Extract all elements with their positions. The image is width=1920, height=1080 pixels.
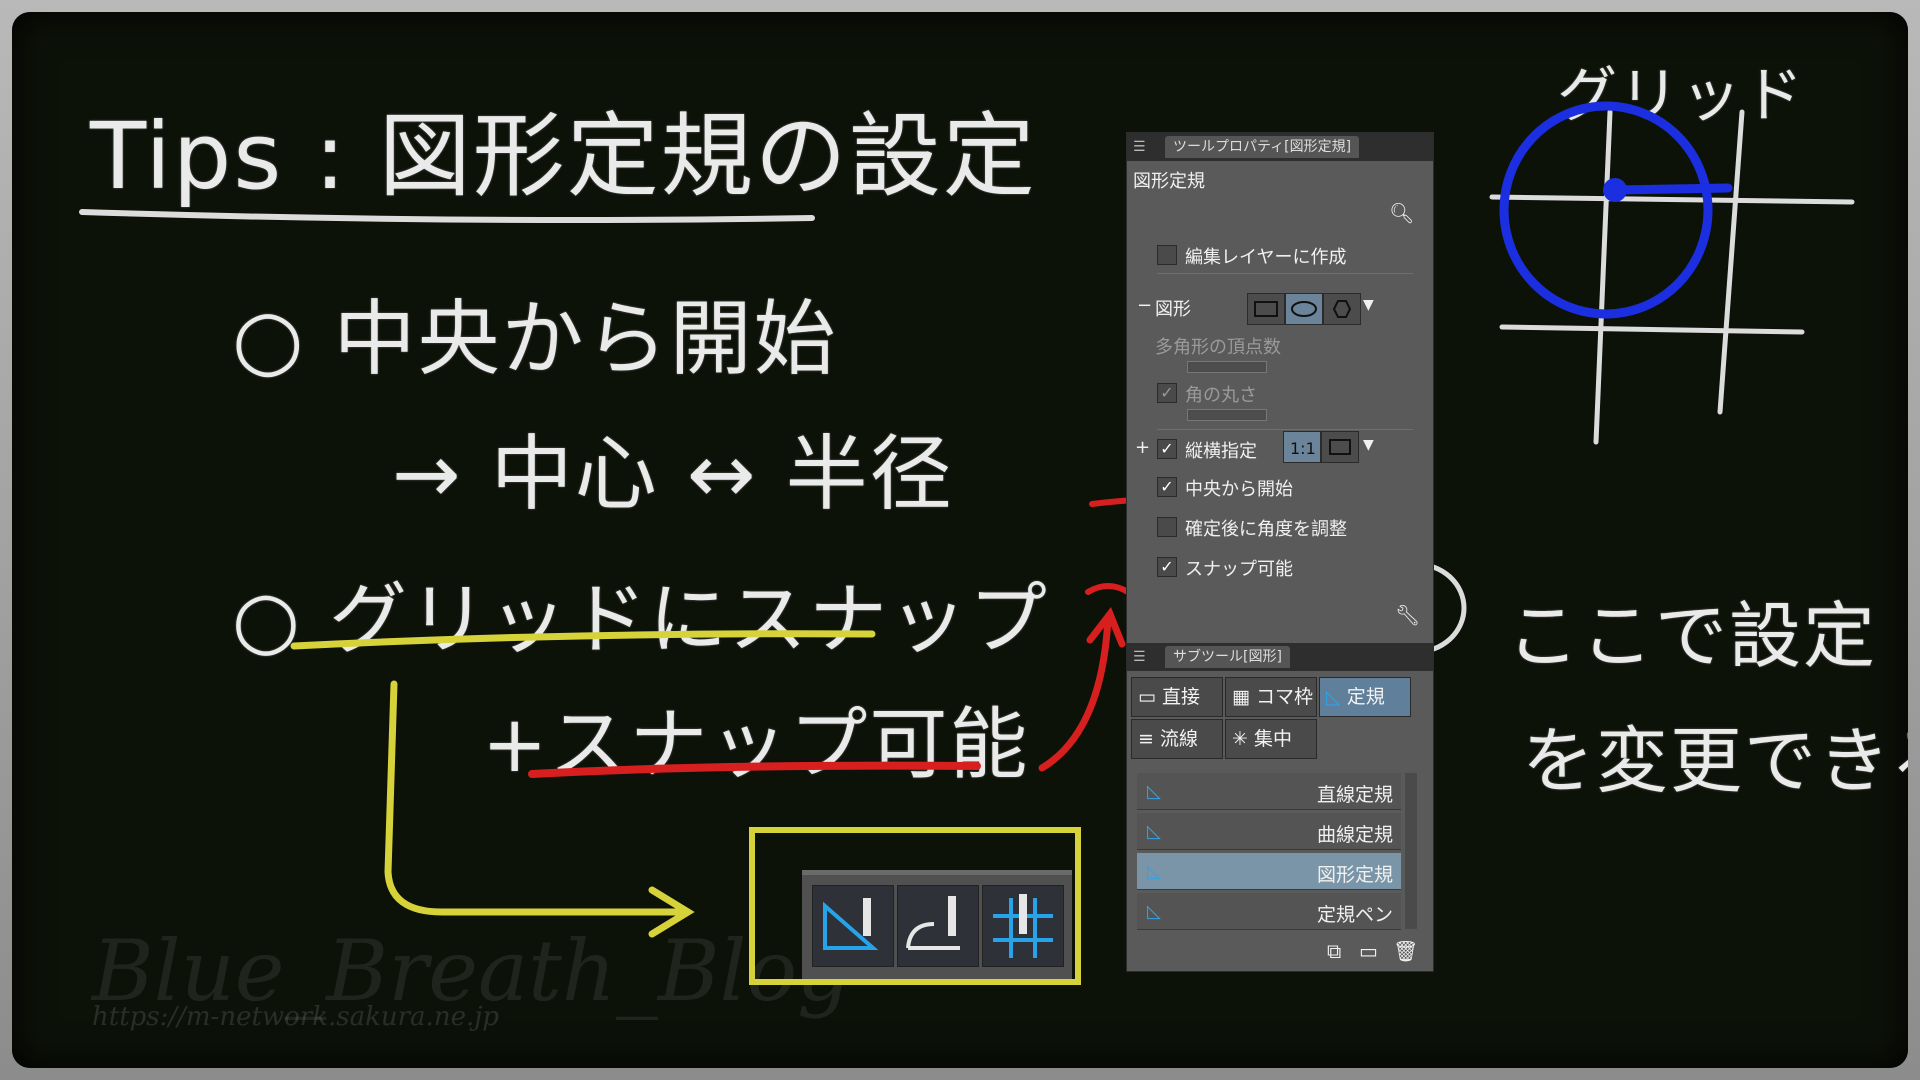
snap-label: スナップ可能 bbox=[1185, 559, 1293, 580]
aspect-checkbox[interactable]: ✓ bbox=[1157, 439, 1177, 459]
search-icon[interactable]: 🔍︎ bbox=[1389, 201, 1414, 225]
yellow-arrow bbox=[384, 680, 686, 916]
subtool-streamline-button[interactable]: ≡ 流線 bbox=[1131, 719, 1223, 759]
expand-icon[interactable]: + bbox=[1135, 437, 1150, 458]
copy-icon[interactable]: ⧉ bbox=[1327, 939, 1341, 963]
ruler-icon: ◺ bbox=[1147, 781, 1161, 802]
svg-text:1:1: 1:1 bbox=[1290, 439, 1316, 458]
ruler-icon: ◺ bbox=[1147, 901, 1161, 922]
chevron-down-icon[interactable]: ▼ bbox=[1363, 437, 1374, 453]
subtool-label: 流線 bbox=[1160, 728, 1199, 750]
aspect-ratio-button[interactable]: 1:1 bbox=[1283, 431, 1321, 463]
ruler-icon: ◺ bbox=[1147, 861, 1161, 882]
blue-radius bbox=[1610, 183, 1733, 195]
chalkboard: Tips : 図形定規の設定 ○ 中央から開始 → 中心 ↔ 半径 ○ グリッド… bbox=[12, 12, 1908, 1068]
subtool-ruler-button[interactable]: ◺ 定規 bbox=[1319, 677, 1411, 717]
tool-name: 図形定規 bbox=[1133, 171, 1205, 192]
list-item-label: 曲線定規 bbox=[1316, 824, 1393, 846]
aspect-size-button[interactable] bbox=[1321, 431, 1359, 463]
subtool-label: 集中 bbox=[1254, 728, 1293, 750]
subtool-label: 定規 bbox=[1346, 686, 1385, 708]
start-center-checkbox[interactable]: ✓ bbox=[1157, 477, 1177, 497]
edit-layer-label: 編集レイヤーに作成 bbox=[1185, 247, 1347, 268]
list-item[interactable]: ◺ 定規ペン bbox=[1137, 893, 1401, 930]
adjust-angle-checkbox[interactable] bbox=[1157, 517, 1177, 537]
aspect-label: 縦横指定 bbox=[1185, 441, 1257, 462]
corner-round-label: 角の丸さ bbox=[1185, 385, 1257, 406]
tab-subtool[interactable]: サブツール[図形] bbox=[1165, 646, 1290, 668]
subtool-label: 直接 bbox=[1162, 686, 1201, 708]
edit-layer-checkbox[interactable] bbox=[1157, 245, 1177, 265]
panel-menu-icon[interactable]: ☰ bbox=[1133, 649, 1149, 665]
subtool-frame-button[interactable]: ▦ コマ枠 bbox=[1225, 677, 1317, 717]
ruler-icon: ◺ bbox=[1326, 686, 1341, 708]
list-item[interactable]: ◺ 曲線定規 bbox=[1137, 813, 1401, 850]
start-center-label: 中央から開始 bbox=[1185, 479, 1293, 500]
snap-to-grid-icon[interactable] bbox=[982, 885, 1064, 967]
list-item-label: 直線定規 bbox=[1316, 784, 1393, 806]
frame: Tips : 図形定規の設定 ○ 中央から開始 → 中心 ↔ 半径 ○ グリッド… bbox=[0, 0, 1920, 1080]
corner-round-checkbox[interactable]: ✓ bbox=[1157, 383, 1177, 403]
title-underline bbox=[79, 209, 815, 223]
yellow-underline bbox=[290, 630, 876, 650]
subtool-header: ☰ サブツール[図形] bbox=[1127, 643, 1433, 671]
wrench-icon[interactable]: 🔧︎ bbox=[1395, 603, 1420, 627]
snap-icons-bar bbox=[802, 870, 1072, 979]
polygon-vertices-label: 多角形の頂点数 bbox=[1155, 337, 1281, 358]
list-item-selected[interactable]: ◺ 図形定規 bbox=[1137, 853, 1401, 890]
red-underline bbox=[528, 761, 981, 778]
adjust-angle-label: 確定後に角度を調整 bbox=[1185, 519, 1347, 540]
tool-property-panel: ☰ ツールプロパティ[図形定規] 図形定規 🔍︎ 編集レイヤーに作成 − 図形 … bbox=[1126, 132, 1434, 972]
rectangle-shape-button[interactable] bbox=[1247, 293, 1285, 325]
list-item-label: 定規ペン bbox=[1316, 904, 1393, 926]
corner-round-slider[interactable] bbox=[1187, 409, 1267, 421]
grid-illustration bbox=[1489, 109, 1855, 445]
list-scrollbar[interactable] bbox=[1405, 773, 1417, 929]
new-icon[interactable]: ▭ bbox=[1359, 939, 1378, 963]
list-item-label: 図形定規 bbox=[1316, 864, 1393, 886]
ruler-icon: ◺ bbox=[1147, 821, 1161, 842]
ellipse-shape-button[interactable] bbox=[1285, 293, 1323, 325]
snap-checkbox[interactable]: ✓ bbox=[1157, 557, 1177, 577]
snap-to-special-ruler-icon[interactable] bbox=[897, 885, 979, 967]
polygon-vertices-slider[interactable] bbox=[1187, 361, 1267, 373]
subtool-label: コマ枠 bbox=[1256, 686, 1314, 708]
tool-property-header: ☰ ツールプロパティ[図形定規] bbox=[1127, 133, 1433, 161]
panel-menu-icon[interactable]: ☰ bbox=[1133, 139, 1149, 155]
divider bbox=[1157, 429, 1413, 430]
tab-tool-property[interactable]: ツールプロパティ[図形定規] bbox=[1165, 136, 1360, 158]
red-arrow bbox=[1038, 614, 1112, 772]
snap-to-ruler-icon[interactable] bbox=[812, 885, 894, 967]
chevron-down-icon[interactable]: ▼ bbox=[1363, 297, 1374, 313]
shape-group-label: 図形 bbox=[1155, 299, 1191, 320]
polygon-shape-button[interactable] bbox=[1323, 293, 1361, 325]
subtool-direct-button[interactable]: ▭ 直接 bbox=[1131, 677, 1223, 717]
subtool-focus-button[interactable]: ✳ 集中 bbox=[1225, 719, 1317, 759]
divider bbox=[1157, 273, 1413, 274]
trash-icon[interactable]: 🗑︎ bbox=[1393, 939, 1418, 963]
collapse-icon[interactable]: − bbox=[1137, 295, 1152, 316]
list-item[interactable]: ◺ 直線定規 bbox=[1137, 773, 1401, 810]
